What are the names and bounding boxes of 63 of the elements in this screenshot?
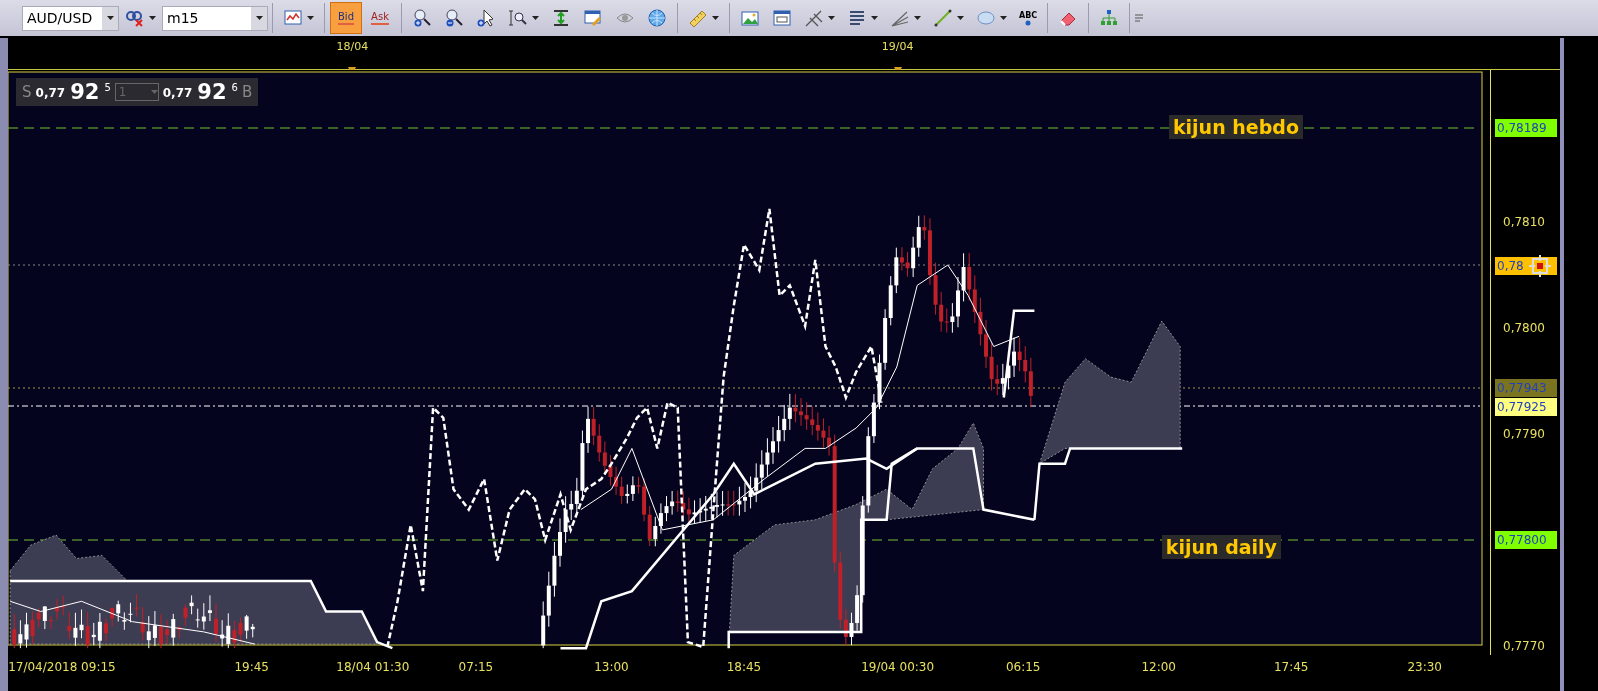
price-tag: 0,77800 [1495,531,1557,549]
pitchfork-icon[interactable] [804,8,824,28]
caret-icon[interactable] [712,16,719,20]
sell-label: S [22,83,32,101]
hierarchy-icon[interactable] [1099,8,1120,28]
price-tag: 0,77925 [1495,398,1557,416]
caret-icon[interactable] [255,16,263,20]
zoom-range-icon[interactable] [508,8,528,28]
dot-icon [1024,19,1033,26]
price-tick-label: 0,7790 [1503,427,1545,441]
buy-label: B [241,83,253,101]
caret-icon[interactable] [532,16,539,20]
price-tag: 0,77943 [1495,379,1557,397]
price-mode-button[interactable]: Bid [330,2,362,34]
symbol-text: AUD/USD [27,10,94,26]
caret-icon[interactable] [828,16,835,20]
date-marker: 19/04 [881,40,914,53]
price-tick-label: 0,7770 [1503,639,1545,653]
chart-annotation: kijun hebdo [1168,115,1303,140]
window-pin-icon[interactable] [583,8,603,28]
list-icon[interactable] [847,8,867,28]
chart-annotation: kijun daily [1161,535,1281,560]
picture-icon[interactable] [740,8,760,28]
zoom-in-icon[interactable] [412,8,432,28]
timeframe-dropdown[interactable]: m15 [162,5,268,31]
time-axis-label: 13:00 [594,660,629,674]
buy-price[interactable]: 0,77 92 6 [162,80,238,104]
caret-icon[interactable] [307,16,314,20]
text-tool-button[interactable]: ABC [1013,10,1044,26]
caret-icon[interactable] [871,16,878,20]
sell-price[interactable]: 0,77 92 5 [35,80,111,104]
window-icon[interactable] [772,8,792,28]
date-marker: 18/04 [336,40,369,53]
time-axis-label: 19/04 00:30 [861,660,935,674]
candle [104,617,108,642]
time-axis-label: 18/04 01:30 [336,660,410,674]
chart-window-icon[interactable] [283,8,303,28]
symbol-dropdown[interactable]: AUD/USD [22,5,119,31]
caret-icon[interactable] [149,16,156,20]
crosshair-icon[interactable] [1529,255,1551,277]
time-axis-label: 17/04/2018 09:15 [8,660,116,674]
price-tick-label: 0,7810 [1503,215,1545,229]
cursor-zoom-icon[interactable] [476,8,496,28]
vertical-fit-icon[interactable] [551,8,571,28]
time-axis-label: 06:15 [1005,660,1041,674]
zoom-out-icon[interactable] [444,8,464,28]
caret-icon[interactable] [957,16,964,20]
time-axis-label: 19:45 [234,660,269,674]
price-mode-button[interactable]: Ask [364,2,396,34]
price-tag: 0,78189 [1495,119,1557,137]
globe-icon[interactable] [647,8,667,28]
timeframe-text: m15 [167,10,200,26]
price-tick-label: 0,7800 [1503,321,1545,335]
candle [159,613,163,649]
caret-icon[interactable] [1000,16,1007,20]
caret-icon[interactable] [106,16,114,20]
time-axis-label: 07:15 [458,660,494,674]
time-axis-label: 18:45 [726,660,762,674]
unlink-icon[interactable] [125,8,145,28]
time-axis-label: 12:00 [1141,660,1176,674]
caret-icon[interactable] [914,16,921,20]
time-axis-label: 17:45 [1273,660,1309,674]
time-axis-label: 23:30 [1407,660,1442,674]
